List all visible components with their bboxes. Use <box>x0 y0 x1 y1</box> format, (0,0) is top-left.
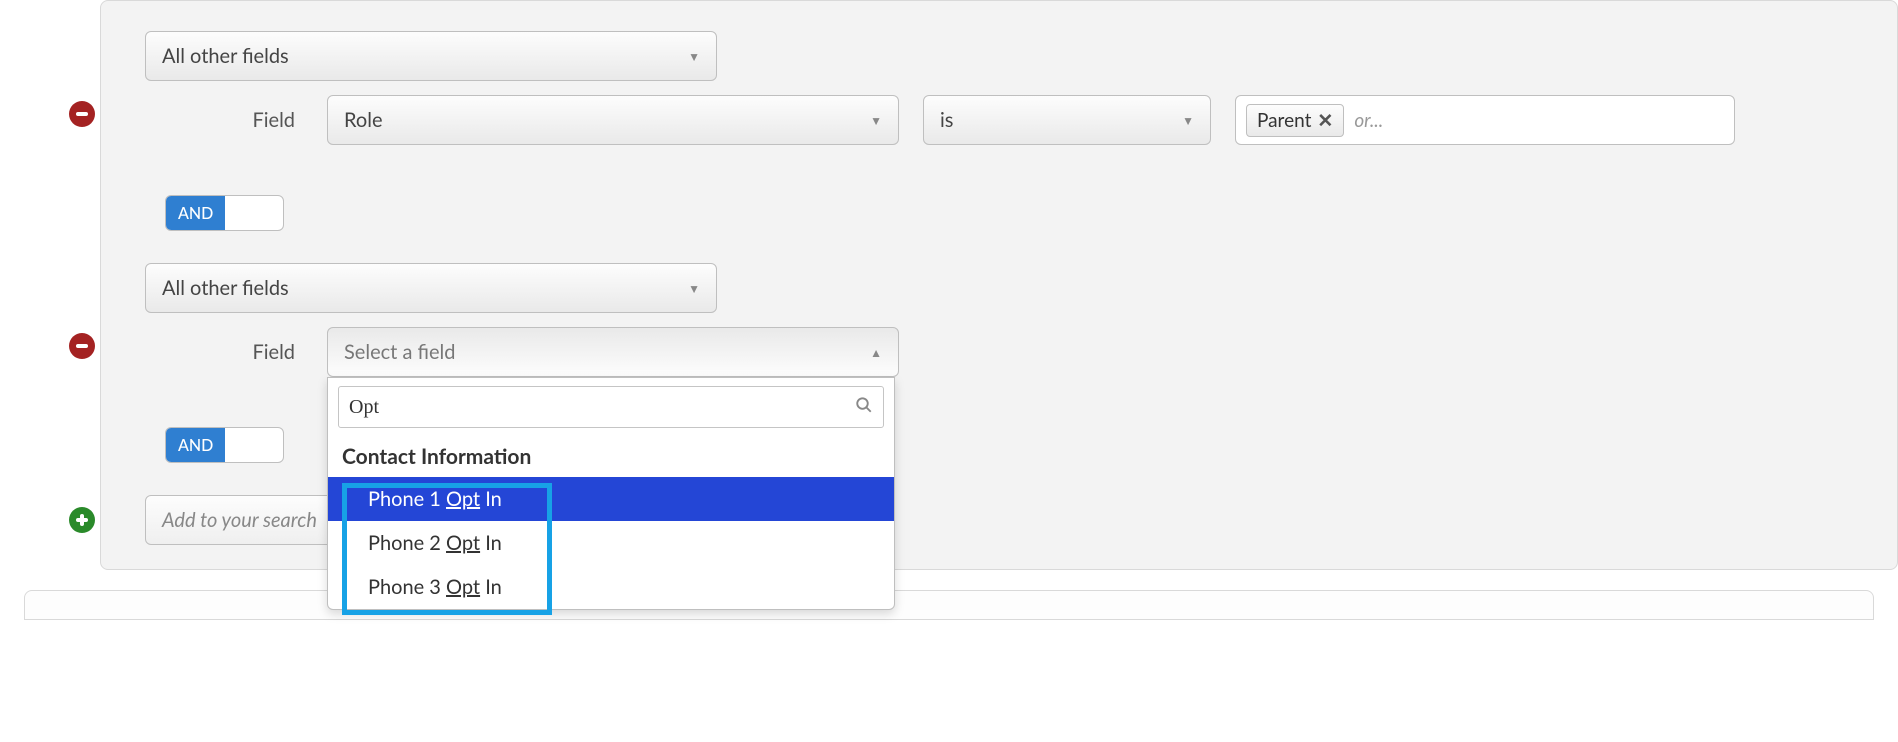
field-select-2-placeholder: Select a field <box>344 340 455 364</box>
category-select-2-label: All other fields <box>162 276 289 300</box>
remove-tag-icon[interactable]: ✕ <box>1317 109 1333 132</box>
field-select-2[interactable]: Select a field ▲ <box>327 327 899 377</box>
query-panel: All other fields ▼ Field Role ▼ is ▼ Par… <box>100 0 1898 570</box>
caret-up-icon: ▲ <box>870 345 882 360</box>
dropdown-option-phone1[interactable]: Phone 1 Opt In <box>328 477 894 521</box>
caret-down-icon: ▼ <box>688 49 700 64</box>
value-tag-parent[interactable]: Parent ✕ <box>1246 104 1344 137</box>
operator-select-1-value: is <box>940 108 953 132</box>
add-filter-button[interactable] <box>69 507 95 533</box>
field-dropdown: Opt Contact Information Phone 1 Opt In <box>327 377 895 610</box>
filter-block-1: All other fields ▼ Field Role ▼ is ▼ Par… <box>131 31 1867 231</box>
category-select-2[interactable]: All other fields ▼ <box>145 263 717 313</box>
dropdown-search-value: Opt <box>349 396 855 419</box>
bottom-panel <box>24 590 1874 620</box>
filter-block-2: All other fields ▼ Field Select a field … <box>131 263 1867 463</box>
dropdown-option-phone3[interactable]: Phone 3 Opt In <box>328 565 894 609</box>
caret-down-icon: ▼ <box>1182 113 1194 128</box>
field-label-1: Field <box>145 108 295 132</box>
add-to-search-placeholder: Add to your search <box>162 508 317 532</box>
and-toggle-label-2: AND <box>166 428 225 462</box>
operator-select-1[interactable]: is ▼ <box>923 95 1211 145</box>
field-select-1[interactable]: Role ▼ <box>327 95 899 145</box>
dropdown-group-header: Contact Information <box>328 438 894 477</box>
dropdown-option-phone2[interactable]: Phone 2 Opt In <box>328 521 894 565</box>
search-icon <box>855 396 873 419</box>
value-input-placeholder: or... <box>1354 109 1383 132</box>
value-tag-label: Parent <box>1257 109 1311 132</box>
remove-filter-button-1[interactable] <box>69 101 95 127</box>
category-select-1[interactable]: All other fields ▼ <box>145 31 717 81</box>
and-or-toggle-1[interactable]: AND <box>165 195 284 231</box>
field-label-2: Field <box>145 340 295 364</box>
value-input-1[interactable]: Parent ✕ or... <box>1235 95 1735 145</box>
remove-filter-button-2[interactable] <box>69 333 95 359</box>
field-select-1-value: Role <box>344 108 383 132</box>
and-or-toggle-2[interactable]: AND <box>165 427 284 463</box>
and-toggle-label: AND <box>166 196 225 230</box>
caret-down-icon: ▼ <box>688 281 700 296</box>
category-select-1-label: All other fields <box>162 44 289 68</box>
caret-down-icon: ▼ <box>870 113 882 128</box>
dropdown-search-input[interactable]: Opt <box>338 386 884 428</box>
